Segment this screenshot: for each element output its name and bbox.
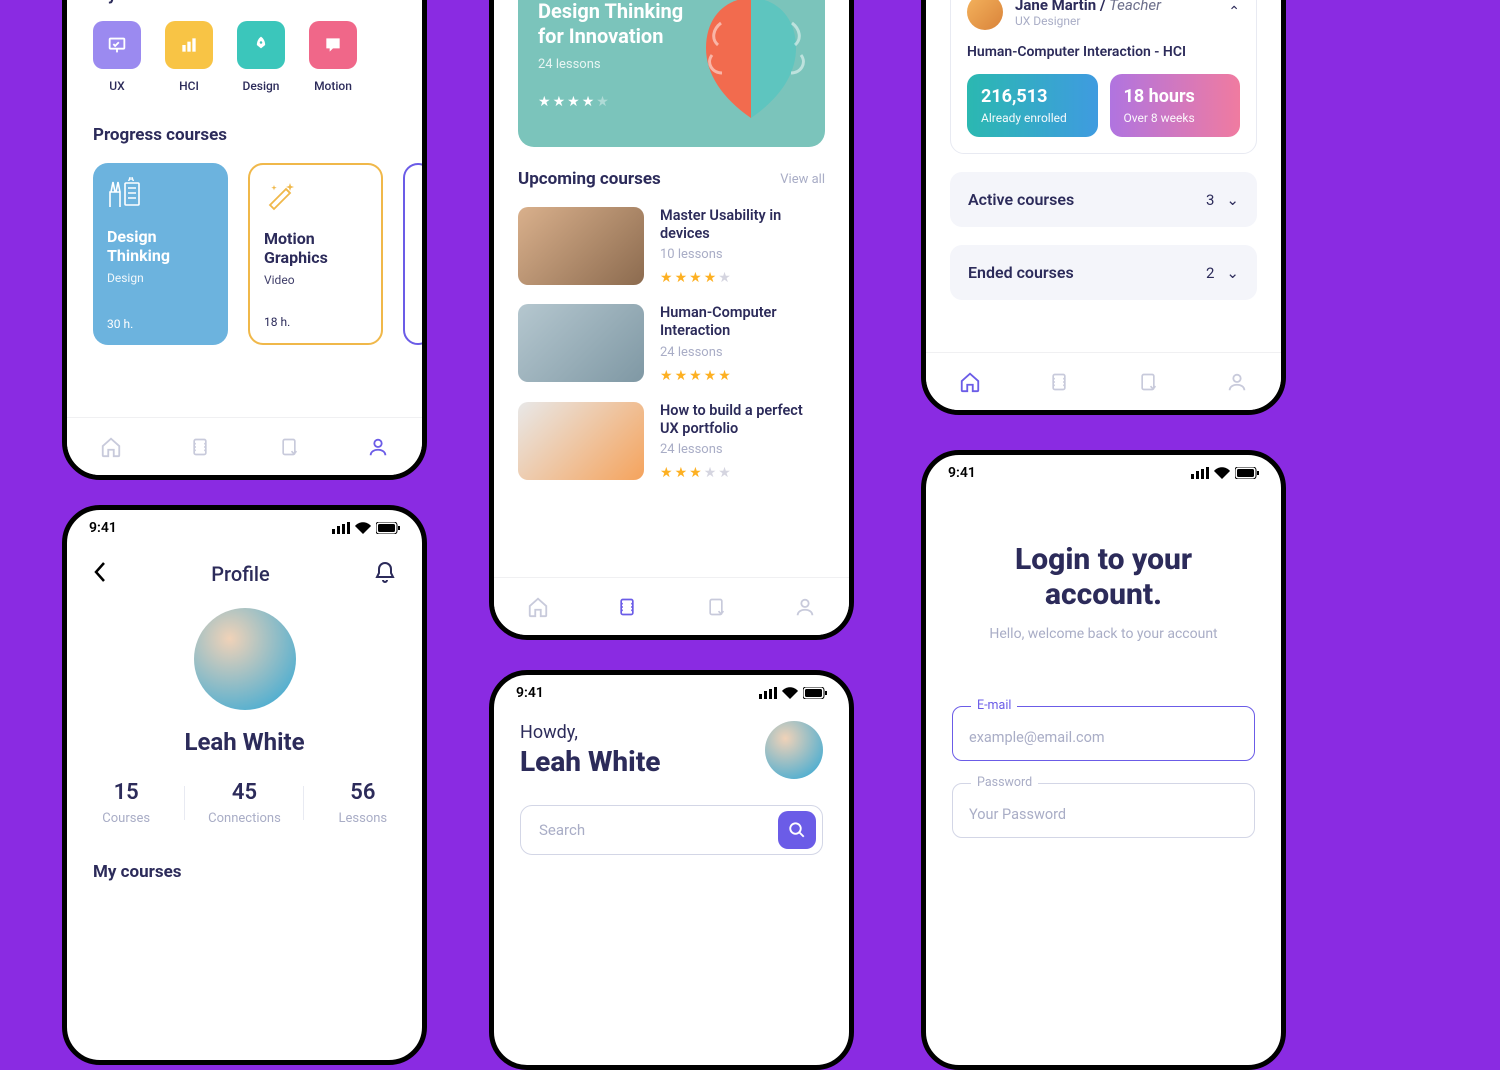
course-badge-design[interactable]: Design bbox=[237, 21, 285, 93]
welcome-text: Hello, welcome back to your account bbox=[926, 626, 1281, 642]
tab-docs[interactable] bbox=[1047, 370, 1071, 394]
screen-login: 9:41 Login to your account. Hello, welco… bbox=[921, 450, 1286, 1070]
screen-teacher: Jane Martin / Teacher UX Designer ⌃ Huma… bbox=[921, 0, 1286, 415]
status-bar: 9:41 bbox=[67, 510, 422, 542]
presentation-icon bbox=[93, 21, 141, 69]
login-title: Login to your account. bbox=[956, 543, 1251, 612]
progress-card[interactable]: A Design Thinking Design 30 h. bbox=[93, 163, 228, 345]
chat-icon bbox=[309, 21, 357, 69]
chevron-up-icon: ⌃ bbox=[1228, 4, 1240, 20]
teacher-header[interactable]: Jane Martin / Teacher UX Designer ⌃ bbox=[967, 0, 1240, 30]
screen-courses: My courses UX HCI Design bbox=[62, 0, 427, 480]
status-bar: 9:41 bbox=[494, 675, 849, 707]
bell-icon[interactable] bbox=[374, 560, 396, 588]
tab-profile[interactable] bbox=[1225, 370, 1249, 394]
course-badge-hci[interactable]: HCI bbox=[165, 21, 213, 93]
screen-profile: 9:41 Profile Leah White 15 Courses 45 Co… bbox=[62, 505, 427, 1065]
status-icons bbox=[759, 687, 827, 699]
course-name: Human-Computer Interaction - HCI bbox=[967, 44, 1240, 60]
teacher-avatar bbox=[967, 0, 1003, 30]
profile-name: Leah White bbox=[67, 728, 422, 756]
tab-notes[interactable] bbox=[277, 435, 301, 459]
upcoming-title: Upcoming courses bbox=[518, 169, 661, 189]
tab-home[interactable] bbox=[99, 435, 123, 459]
teacher-card: Jane Martin / Teacher UX Designer ⌃ Huma… bbox=[950, 0, 1257, 154]
search-field[interactable] bbox=[520, 805, 823, 855]
progress-courses-title: Progress courses bbox=[93, 125, 396, 145]
tab-notes[interactable] bbox=[704, 595, 728, 619]
svg-text:A: A bbox=[128, 177, 135, 184]
course-row[interactable]: Human-Computer Interaction 24 lessons ★★… bbox=[518, 304, 825, 383]
course-badge-ux[interactable]: UX bbox=[93, 21, 141, 93]
email-field[interactable]: E-mail example@email.com bbox=[952, 706, 1255, 761]
tab-notes[interactable] bbox=[1136, 370, 1160, 394]
pencil-cup-icon: A bbox=[107, 177, 143, 215]
course-row[interactable]: How to build a perfect UX portfolio 24 l… bbox=[518, 402, 825, 481]
rocket-icon bbox=[237, 21, 285, 69]
brain-illustration bbox=[671, 0, 825, 143]
progress-card[interactable]: Motion Graphics Video 18 h. bbox=[248, 163, 383, 345]
magic-wand-icon bbox=[264, 179, 298, 217]
chevron-down-icon: ⌄ bbox=[1226, 264, 1239, 282]
featured-course-card[interactable]: Design Thinking for Innovation 24 lesson… bbox=[518, 0, 825, 147]
chart-icon bbox=[165, 21, 213, 69]
rating-stars: ★★★★★ bbox=[660, 368, 825, 384]
ended-courses-row[interactable]: Ended courses 2⌄ bbox=[950, 245, 1257, 300]
search-button[interactable] bbox=[778, 811, 816, 849]
status-bar: 9:41 bbox=[926, 455, 1281, 487]
stat-connections: 45 Connections bbox=[185, 780, 303, 826]
course-badge-motion[interactable]: Motion bbox=[309, 21, 357, 93]
page-title: Profile bbox=[211, 562, 269, 586]
search-input[interactable] bbox=[539, 821, 778, 839]
tab-home[interactable] bbox=[526, 595, 550, 619]
stat-lessons: 56 Lessons bbox=[304, 780, 422, 826]
tab-profile[interactable] bbox=[793, 595, 817, 619]
chevron-down-icon: ⌄ bbox=[1226, 191, 1239, 209]
password-field[interactable]: Password Your Password bbox=[952, 783, 1255, 838]
greeting: Howdy, bbox=[520, 722, 660, 743]
stat-enrolled: 216,513 Already enrolled bbox=[967, 74, 1098, 137]
status-icons bbox=[1191, 467, 1259, 479]
course-thumbnail bbox=[518, 207, 644, 285]
course-row[interactable]: Master Usability in devices 10 lessons ★… bbox=[518, 207, 825, 286]
tab-home[interactable] bbox=[958, 370, 982, 394]
tab-profile[interactable] bbox=[366, 435, 390, 459]
profile-avatar[interactable] bbox=[194, 608, 296, 710]
rating-stars: ★★★★★ bbox=[660, 270, 825, 286]
screen-home-greeting: 9:41 Howdy, Leah White bbox=[489, 670, 854, 1070]
tab-docs[interactable] bbox=[615, 595, 639, 619]
active-courses-row[interactable]: Active courses 3⌄ bbox=[950, 172, 1257, 227]
stat-duration: 18 hours Over 8 weeks bbox=[1110, 74, 1241, 137]
course-thumbnail bbox=[518, 402, 644, 480]
screen-upcoming: Design Thinking for Innovation 24 lesson… bbox=[489, 0, 854, 640]
status-icons bbox=[332, 522, 400, 534]
profile-avatar[interactable] bbox=[765, 721, 823, 779]
course-thumbnail bbox=[518, 304, 644, 382]
view-all-link[interactable]: View all bbox=[780, 172, 825, 187]
stat-courses: 15 Courses bbox=[67, 780, 185, 826]
my-courses-title: My courses bbox=[93, 862, 396, 882]
progress-card-peek[interactable] bbox=[403, 163, 427, 345]
my-courses-title: My courses bbox=[93, 0, 396, 5]
rating-stars: ★★★★★ bbox=[660, 465, 825, 481]
greeting-name: Leah White bbox=[520, 745, 660, 778]
back-button[interactable] bbox=[93, 561, 107, 587]
tab-docs[interactable] bbox=[188, 435, 212, 459]
